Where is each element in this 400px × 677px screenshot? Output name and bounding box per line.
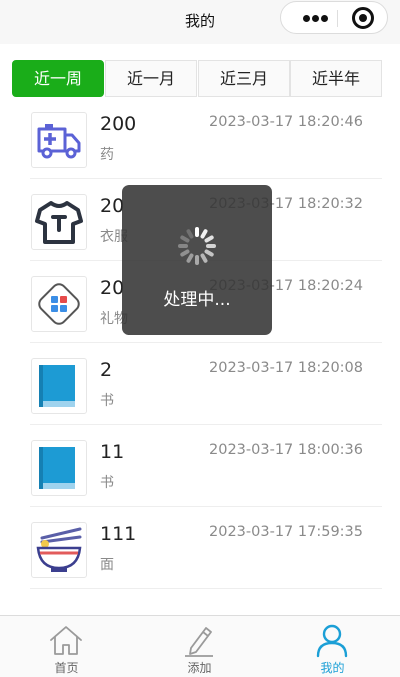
tabbar-label-add: 添加: [187, 661, 212, 675]
tab-last-half-year[interactable]: 近半年: [290, 60, 382, 97]
pencil-icon: [185, 627, 213, 657]
tabbar-item-mine[interactable]: 我的: [266, 616, 399, 677]
loading-toast: 处理中...: [122, 185, 272, 335]
record-category: 面: [100, 557, 114, 573]
more-menu-icon[interactable]: [303, 15, 329, 23]
record-amount: 200: [100, 113, 137, 135]
apps-grid-icon: [38, 283, 80, 325]
tab-last-week[interactable]: 近一周: [12, 60, 104, 97]
list-item[interactable]: 200 2023-03-17 18:20:46 药: [0, 97, 400, 179]
record-amount: 20: [100, 195, 125, 217]
tabbar-item-add[interactable]: 添加: [133, 616, 266, 677]
record-amount: 20: [100, 277, 125, 299]
home-icon: [50, 626, 82, 655]
loading-spinner-icon: [178, 227, 216, 265]
category-thumbnail: [31, 194, 87, 250]
navigation-bar: 我的: [0, 0, 400, 44]
tab-last-month[interactable]: 近一月: [105, 60, 197, 97]
record-time: 2023-03-17 18:00:36: [209, 442, 363, 458]
category-thumbnail: [31, 276, 87, 332]
tabbar-item-home[interactable]: 首页: [0, 616, 133, 677]
record-time: 2023-03-17 18:20:46: [209, 114, 363, 130]
close-target-icon[interactable]: [352, 7, 374, 29]
capsule-divider: [337, 10, 338, 27]
record-category: 药: [100, 147, 114, 163]
list-item[interactable]: 111 2023-03-17 17:59:35 面: [0, 507, 400, 589]
ambulance-icon: [37, 124, 81, 159]
tabbar-label-mine: 我的: [320, 661, 345, 675]
row-divider: [30, 588, 382, 589]
category-thumbnail: [31, 112, 87, 168]
mini-program-capsule: [280, 1, 388, 34]
record-amount: 11: [100, 441, 125, 463]
record-time: 2023-03-17 18:20:08: [209, 360, 363, 376]
record-category: 书: [100, 393, 114, 409]
list-item[interactable]: 11 2023-03-17 18:00:36 书: [0, 425, 400, 507]
tabbar-label-home: 首页: [54, 661, 79, 675]
list-item[interactable]: 2 2023-03-17 18:20:08 书: [0, 343, 400, 425]
book-icon: [39, 447, 75, 489]
record-time: 2023-03-17 17:59:35: [209, 524, 363, 540]
toast-message: 处理中...: [163, 290, 231, 310]
record-amount: 111: [100, 523, 137, 545]
tab-last-three-months[interactable]: 近三月: [198, 60, 290, 97]
bottom-tab-bar: 首页 添加 我的: [0, 615, 400, 677]
category-thumbnail: [31, 440, 87, 496]
period-tabs: 近一周 近一月 近三月 近半年: [12, 60, 382, 97]
noodle-bowl-icon: [36, 527, 82, 572]
tshirt-icon: [35, 201, 83, 244]
book-icon: [39, 365, 75, 407]
category-thumbnail: [31, 522, 87, 578]
record-category: 书: [100, 475, 114, 491]
user-icon: [316, 624, 348, 658]
record-amount: 2: [100, 359, 113, 381]
category-thumbnail: [31, 358, 87, 414]
